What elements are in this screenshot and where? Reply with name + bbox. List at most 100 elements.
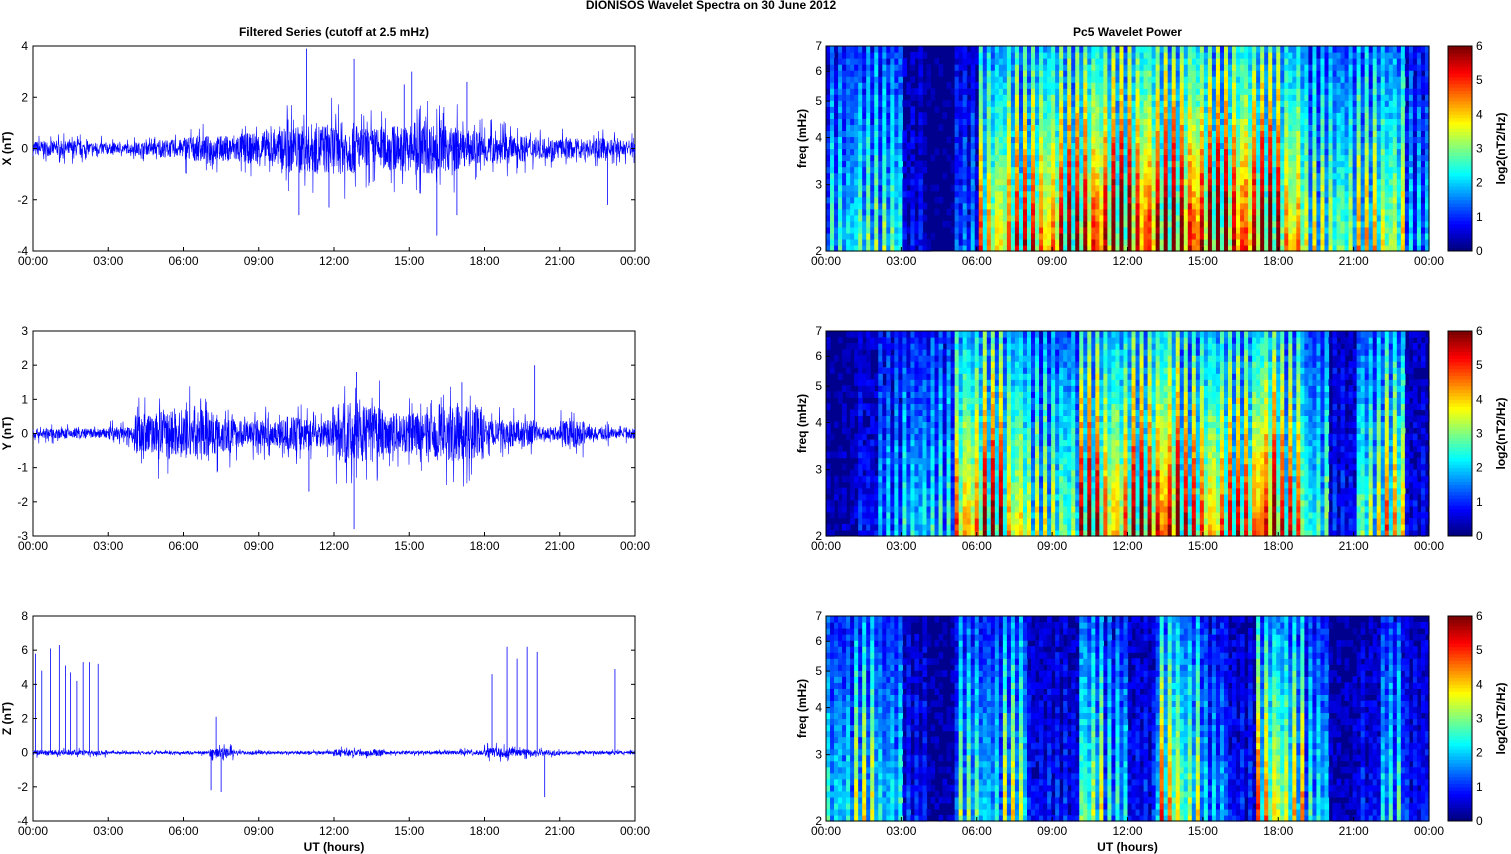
heatmap-cell xyxy=(1123,202,1129,210)
heatmap-cell xyxy=(1151,148,1157,156)
heatmap-cell xyxy=(1203,160,1209,168)
heatmap-cell xyxy=(1228,184,1233,192)
heatmap-cell xyxy=(898,220,903,228)
heatmap-cell xyxy=(1304,238,1309,246)
heatmap-cell xyxy=(1099,112,1104,119)
heatmap-cell xyxy=(910,202,916,210)
heatmap-cell xyxy=(978,124,984,132)
heatmap-cell xyxy=(1252,106,1257,113)
heatmap-cell xyxy=(1055,112,1060,119)
heatmap-cell xyxy=(1332,130,1338,138)
heatmap-cell xyxy=(1195,226,1201,234)
heatmap-cell xyxy=(1059,208,1064,216)
heatmap-cell xyxy=(898,142,903,150)
heatmap-cell xyxy=(1388,130,1394,138)
heatmap-cell xyxy=(1187,94,1193,101)
heatmap-cell xyxy=(1143,76,1149,83)
heatmap-cell xyxy=(1312,214,1318,222)
heatmap-cell xyxy=(1207,196,1213,204)
heatmap-cell xyxy=(858,100,863,107)
heatmap-cell xyxy=(1388,88,1394,95)
heatmap-cell xyxy=(1183,52,1189,59)
heatmap-cell xyxy=(1059,88,1064,95)
heatmap-cell xyxy=(830,118,835,125)
heatmap-cell xyxy=(1191,238,1197,246)
heatmap-cell xyxy=(882,106,887,113)
heatmap-cell xyxy=(890,112,895,119)
heatmap-cell xyxy=(1328,64,1334,71)
heatmap-cell xyxy=(1316,232,1322,240)
y-axis-label: Y (nT) xyxy=(0,417,14,451)
heatmap-cell xyxy=(1211,76,1217,83)
heatmap-cell xyxy=(1002,118,1008,125)
heatmap-cell xyxy=(1135,172,1141,180)
heatmap-cell xyxy=(1223,52,1229,59)
heatmap-cell xyxy=(1272,94,1277,101)
heatmap-cell xyxy=(1392,70,1398,77)
heatmap-cell xyxy=(1340,100,1346,107)
heatmap-cell xyxy=(1364,178,1370,186)
heatmap-cell xyxy=(930,94,936,101)
heatmap-cell xyxy=(1035,154,1040,162)
heatmap-cell xyxy=(1055,226,1060,234)
heatmap-cell xyxy=(1416,166,1422,174)
heatmap-cell xyxy=(1095,88,1100,95)
heatmap-cell xyxy=(1167,130,1173,138)
heatmap-cell xyxy=(1268,136,1273,144)
heatmap-cell xyxy=(1091,166,1096,174)
heatmap-cell xyxy=(1107,118,1113,125)
heatmap-cell xyxy=(1119,94,1125,101)
heatmap-cell xyxy=(1083,130,1088,138)
heatmap-cell xyxy=(1260,46,1265,53)
heatmap-cell xyxy=(1284,184,1289,192)
heatmap-cell xyxy=(890,118,895,125)
heatmap-cell xyxy=(1063,100,1068,107)
heatmap-cell xyxy=(850,124,855,132)
heatmap-cell xyxy=(994,106,1000,113)
heatmap-cell xyxy=(1288,232,1293,240)
heatmap-cell xyxy=(1268,142,1273,150)
heatmap-cell xyxy=(830,106,835,113)
heatmap-cell xyxy=(1404,184,1410,192)
heatmap-cell xyxy=(1368,184,1374,192)
heatmap-cell xyxy=(982,154,988,162)
heatmap-cell xyxy=(1171,76,1177,83)
heatmap-cell xyxy=(826,172,831,180)
heatmap-cell xyxy=(1002,94,1008,101)
heatmap-cell xyxy=(958,82,964,89)
heatmap-cell xyxy=(1292,100,1297,107)
heatmap-cell xyxy=(1215,178,1221,186)
heatmap-cell xyxy=(898,118,903,125)
heatmap-cell xyxy=(830,46,835,53)
heatmap-cell xyxy=(1292,184,1297,192)
heatmap-cell xyxy=(838,136,843,144)
heatmap-cell xyxy=(1067,220,1072,228)
heatmap-cell xyxy=(1215,46,1221,53)
heatmap-cell xyxy=(1103,226,1108,234)
heatmap-cell xyxy=(882,136,887,144)
heatmap-cell xyxy=(1276,154,1281,162)
heatmap-cell xyxy=(1312,178,1318,186)
heatmap-cell xyxy=(846,160,851,168)
heatmap-cell xyxy=(1252,88,1257,95)
heatmap-cell xyxy=(1332,190,1338,198)
heatmap-cell xyxy=(1171,100,1177,107)
heatmap-cell xyxy=(1296,232,1301,240)
heatmap-cell xyxy=(1123,208,1129,216)
heatmap-cell xyxy=(934,58,940,65)
heatmap-cell xyxy=(962,100,968,107)
heatmap-cell xyxy=(878,100,883,107)
heatmap-cell xyxy=(1147,88,1153,95)
heatmap-cell xyxy=(1095,112,1100,119)
heatmap-cell xyxy=(1187,178,1193,186)
heatmap-cell xyxy=(1107,46,1113,53)
heatmap-cell xyxy=(1404,166,1410,174)
heatmap-cell xyxy=(830,232,835,240)
heatmap-cell xyxy=(834,94,839,101)
heatmap-cell xyxy=(1412,184,1418,192)
heatmap-cell xyxy=(1027,52,1032,59)
heatmap-cell xyxy=(1384,112,1390,119)
heatmap-cell xyxy=(1276,136,1281,144)
heatmap-cell xyxy=(962,148,968,156)
heatmap-cell xyxy=(882,160,887,168)
